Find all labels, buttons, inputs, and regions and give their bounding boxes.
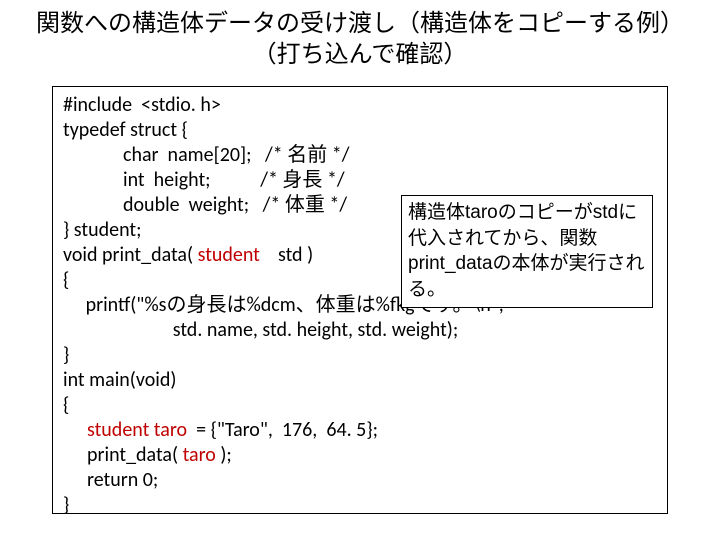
highlight-student: student [198, 243, 260, 267]
code-line: { [63, 393, 657, 418]
code-box: #include <stdio. h> typedef struct { cha… [52, 86, 668, 514]
code-line: print_data( taro ); [63, 443, 657, 468]
code-line: char name[20]; /* 名前 */ [63, 143, 657, 168]
code-line: return 0; [63, 468, 657, 493]
annotation-text: 構造体taroのコピーがstdに代入されてから、関数print_dataの本体が… [408, 202, 645, 300]
highlight-student-taro: student taro [87, 418, 187, 442]
code-line: #include <stdio. h> [63, 93, 657, 118]
code-line: int height; /* 身長 */ [63, 168, 657, 193]
code-line: } [63, 493, 657, 518]
code-line: std. name, std. height, std. weight); [63, 318, 657, 343]
title-line1: 関数への構造体データの受け渡し（構造体をコピーする例） [36, 10, 684, 37]
code-line: } [63, 343, 657, 368]
slide-title: 関数への構造体データの受け渡し（構造体をコピーする例） （打ち込んで確認） [0, 0, 720, 76]
annotation-box: 構造体taroのコピーがstdに代入されてから、関数print_dataの本体が… [401, 195, 653, 308]
code-line: int main(void) [63, 368, 657, 393]
highlight-taro: taro [183, 443, 216, 467]
code-line: typedef struct { [63, 118, 657, 143]
code-line: student taro = {"Taro", 176, 64. 5}; [63, 418, 657, 443]
title-line2: （打ち込んで確認） [253, 41, 468, 68]
